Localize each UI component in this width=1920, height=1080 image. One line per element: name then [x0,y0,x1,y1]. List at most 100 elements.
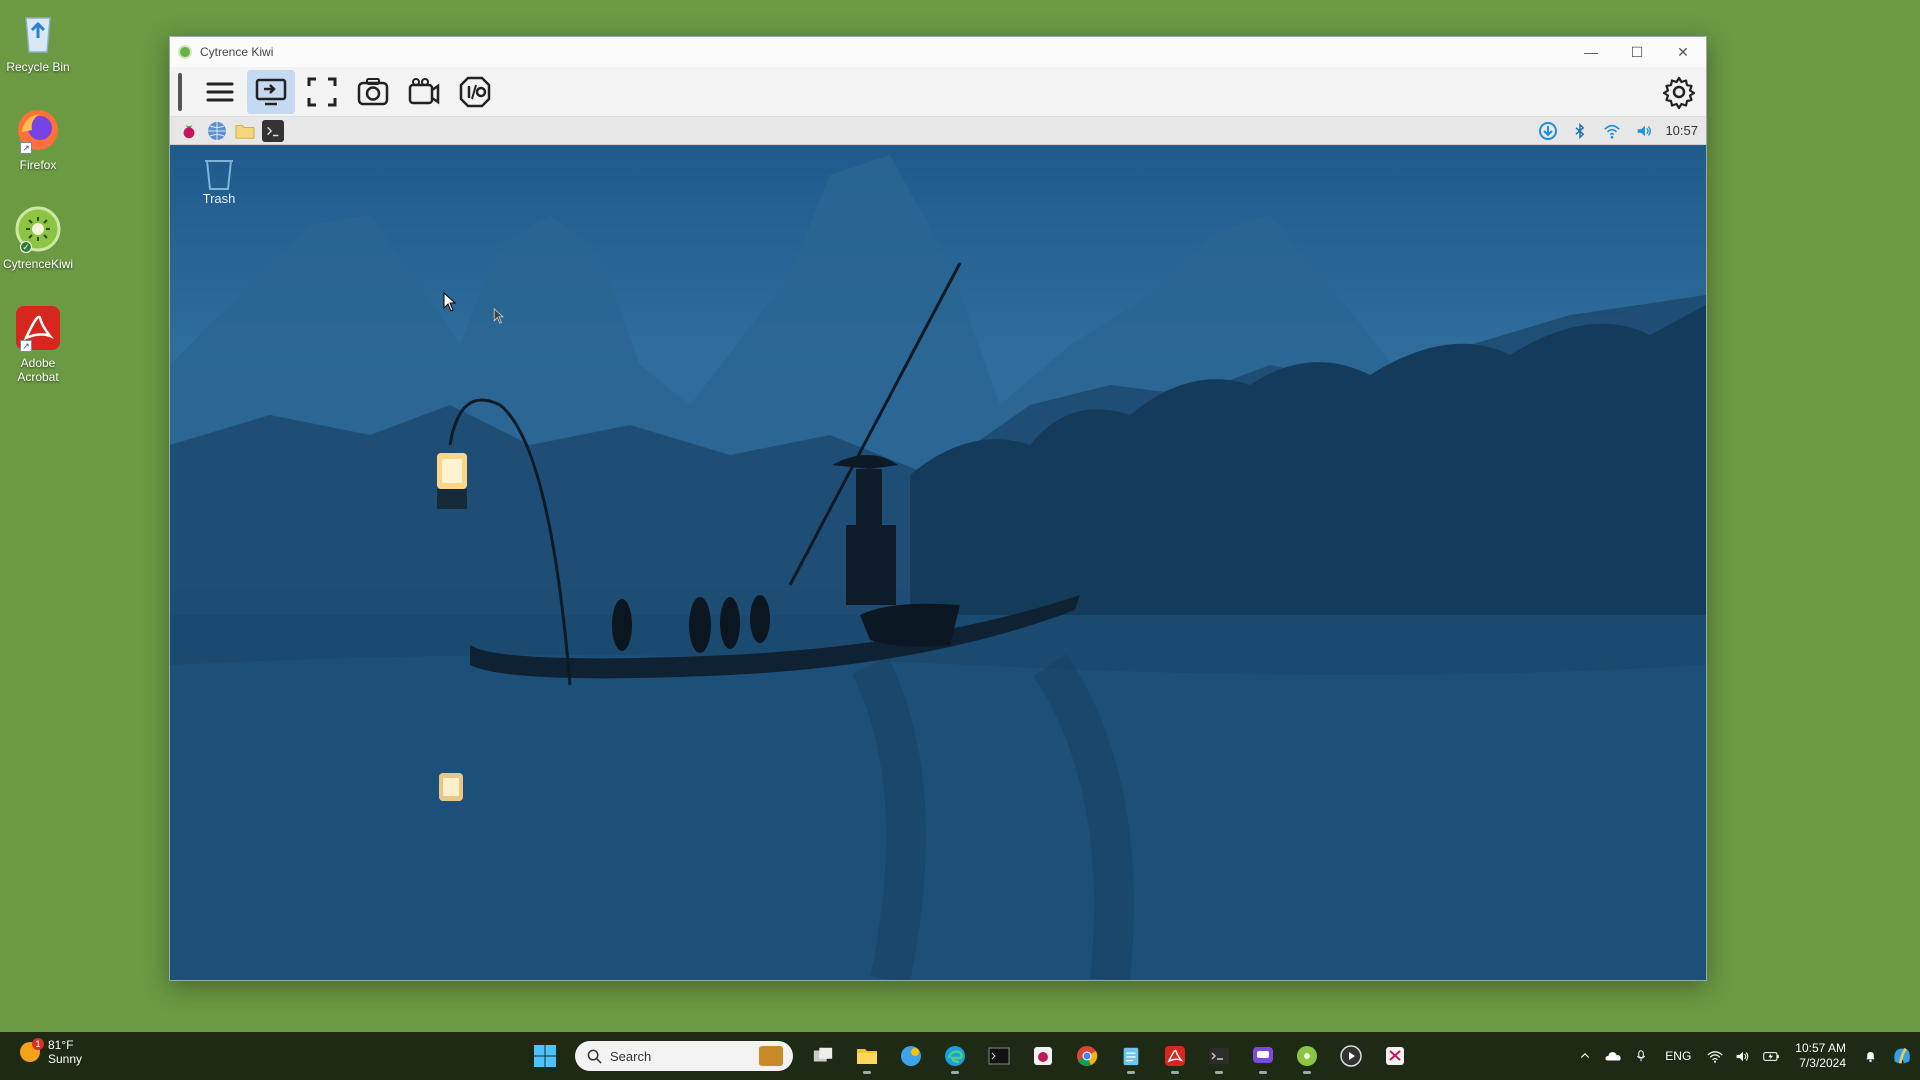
taskbar-snipping-tool[interactable] [1375,1038,1415,1074]
notifications-button[interactable] [1856,1049,1884,1063]
taskbar-chat-app[interactable] [1243,1038,1283,1074]
desktop-icon-label: Firefox [19,158,57,172]
copilot-icon [1894,1047,1910,1064]
io-button[interactable] [451,70,499,114]
raspberry-pi-menu-icon[interactable] [178,120,200,142]
weather-condition: Sunny [48,1052,83,1066]
desktop-icon-adobe-acrobat[interactable]: ↗ Adobe Acrobat [4,304,72,384]
mouse-cursor-icon [443,292,457,312]
taskbar-media-player[interactable] [1331,1038,1371,1074]
acrobat-icon [1165,1046,1185,1066]
chat-icon [1253,1047,1273,1063]
remote-taskbar: 10:57 [170,117,1706,145]
fullscreen-button[interactable] [298,70,346,114]
volume-tray[interactable] [1729,1050,1757,1063]
wifi-icon[interactable] [1601,122,1623,140]
bell-icon [1865,1051,1875,1063]
taskbar-search[interactable]: Search [575,1041,793,1071]
kiwi-icon [1297,1046,1317,1066]
search-icon [587,1049,602,1064]
remote-clock: 10:57 [1665,123,1698,138]
microphone-icon [1637,1050,1646,1062]
update-icon[interactable] [1537,121,1559,141]
taskbar-cytrence-kiwi[interactable] [1287,1038,1327,1074]
menu-icon [206,82,234,101]
recycle-bin-icon [14,8,62,56]
window-title: Cytrence Kiwi [200,45,274,59]
bluetooth-icon[interactable] [1569,122,1591,140]
shortcut-arrow-icon: ↗ [20,142,32,154]
microphone-tray[interactable] [1627,1049,1655,1063]
settings-icon [1662,76,1696,109]
terminal-icon[interactable] [262,119,284,142]
taskbar-pi-imager[interactable] [1023,1038,1063,1074]
desktop-icon-label: CytrenceKiwi [2,257,74,271]
menu-button[interactable] [196,70,244,114]
kiwi-app-icon [178,45,192,59]
taskbar-apps: Search [525,1038,1419,1074]
weather-temp: 81°F [48,1038,74,1052]
volume-icon[interactable] [1633,122,1655,140]
weather-widget[interactable]: 1 81°F Sunny [20,1038,82,1066]
remote-desktop-icon [255,78,287,105]
desktop-icon-firefox[interactable]: ↗ Firefox [4,106,72,172]
clock-time: 10:57 AM [1795,1041,1846,1055]
remote-desktop-button[interactable] [247,69,295,114]
task-view-button[interactable] [803,1038,843,1074]
screenshot-icon [357,77,389,105]
acrobat-icon: ↗ [14,304,62,352]
remote-desktop-icon-trash[interactable]: Trash [194,155,244,206]
clock-date-text: 7/3/2024 [1799,1056,1846,1070]
screenshot-button[interactable] [349,70,397,114]
command-prompt-icon [988,1047,1010,1065]
taskbar-weather-app[interactable] [891,1038,931,1074]
desktop-icon-label: Adobe Acrobat [17,356,59,384]
search-placeholder: Search [610,1048,652,1064]
sync-check-icon: ✓ [20,241,32,253]
browser-icon[interactable] [206,120,228,142]
close-button[interactable]: ✕ [1660,37,1706,67]
file-manager-icon[interactable] [234,120,256,142]
taskbar-notepad[interactable] [1111,1038,1151,1074]
taskbar-acrobat[interactable] [1155,1038,1195,1074]
record-video-button[interactable] [400,70,448,114]
taskbar-windows-terminal[interactable] [1199,1038,1239,1074]
trash-icon [205,160,233,190]
trash-label: Trash [202,191,236,206]
clock-date[interactable]: 10:57 AM 7/3/2024 [1795,1041,1846,1071]
record-video-icon [408,77,440,104]
cloud-icon [1605,1052,1621,1061]
remote-desktop-view[interactable]: 10:57 Trash [170,117,1706,980]
toolbar-grip [178,72,182,111]
settings-button[interactable] [1655,70,1703,114]
desktop-icon-cytrence-kiwi[interactable]: ✓ CytrenceKiwi [2,205,74,271]
sunny-icon: 1 [20,1038,44,1062]
taskbar-chrome[interactable] [1067,1038,1107,1074]
fullscreen-icon [307,77,337,106]
minimize-button[interactable]: — [1568,37,1614,67]
taskbar-edge[interactable] [935,1038,975,1074]
weather-app-icon [901,1046,921,1066]
wallpaper-image [170,155,1706,980]
taskbar-file-explorer[interactable] [847,1038,887,1074]
copilot-button[interactable] [1884,1045,1920,1067]
remote-cursor-icon [493,308,505,324]
system-tray: ENG 10:57 AM 7/3/2024 [1571,1032,1920,1080]
battery-tray[interactable] [1757,1051,1785,1062]
app-toolbar [170,67,1706,117]
window-titlebar[interactable]: Cytrence Kiwi — ☐ ✕ [170,37,1706,67]
maximize-button[interactable]: ☐ [1614,37,1660,67]
onedrive-tray[interactable] [1599,1050,1627,1062]
firefox-icon: ↗ [14,106,62,154]
shortcut-arrow-icon: ↗ [20,340,32,352]
wifi-icon [1707,1050,1723,1063]
show-hidden-icons-button[interactable] [1571,1050,1599,1062]
wifi-tray[interactable] [1701,1050,1729,1063]
desktop-icon-recycle-bin[interactable]: Recycle Bin [4,8,72,74]
desktop-icon-label: Recycle Bin [6,60,70,74]
language-indicator[interactable]: ENG [1665,1049,1691,1063]
start-button[interactable] [525,1038,565,1074]
chrome-icon [1077,1046,1098,1066]
taskbar-terminal[interactable] [979,1038,1019,1074]
search-highlight-icon [759,1046,783,1066]
